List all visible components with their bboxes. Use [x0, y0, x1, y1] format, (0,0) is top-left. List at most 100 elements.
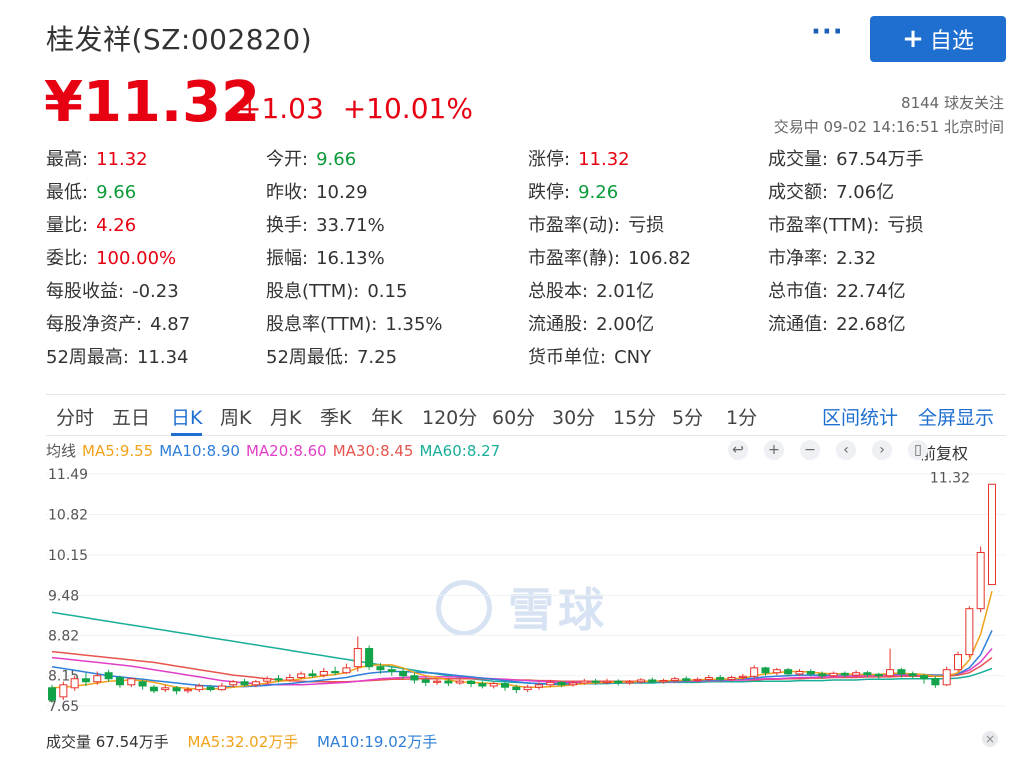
stat-value: 4.87 [150, 314, 191, 335]
stat-value: 16.13% [316, 248, 385, 269]
price-change: +1.03 +10.01% [238, 92, 483, 125]
candle-body [172, 687, 181, 692]
stat-value: 22.74亿 [836, 281, 906, 302]
stat-value: 7.25 [356, 347, 398, 368]
candle-body [376, 666, 385, 671]
candle-body [670, 678, 679, 682]
tab-9[interactable]: 30分 [552, 403, 595, 430]
stat-label: 振幅: [266, 248, 309, 269]
ma-item: MA20:8.60 [245, 442, 327, 460]
kline-chart[interactable]: 11.4910.8210.159.488.828.157.6511.32 [46, 466, 1006, 728]
tab-6[interactable]: 年K [371, 403, 402, 430]
candle-body [863, 672, 872, 676]
ma30-line [51, 650, 993, 683]
stat-label: 股息(TTM): [266, 281, 360, 302]
stat-item: 总市值: 22.74亿 [768, 277, 906, 303]
candle-body [693, 678, 702, 682]
scroll-left-icon[interactable]: ‹ [836, 440, 856, 460]
current-price: ¥11.32 [44, 70, 261, 135]
stat-label: 市盈率(静): [528, 248, 621, 269]
candle-body [115, 677, 124, 686]
stat-value: 11.32 [578, 149, 630, 170]
zoom-out-icon[interactable]: − [800, 440, 820, 460]
more-options-button[interactable]: ··· [811, 19, 844, 45]
candle-body [920, 675, 929, 680]
candle-body [183, 689, 192, 692]
candle-style-icon[interactable]: ▯ [908, 440, 928, 460]
ma-legend: 均线 MA5:9.55 MA10:8.90 MA20:8.60 MA30:8.45 MA6… [46, 440, 506, 461]
stat-item: 每股收益: -0.23 [46, 277, 179, 303]
y-tick-label: 10.15 [48, 548, 88, 564]
scroll-right-icon[interactable]: › [872, 440, 892, 460]
stat-item: 最低: 9.66 [46, 178, 136, 204]
tab-1[interactable]: 五日 [112, 403, 150, 430]
range-stats-link[interactable]: 区间统计 [822, 403, 898, 430]
fullscreen-link[interactable]: 全屏显示 [918, 403, 994, 430]
candle-body [829, 672, 838, 677]
tab-8[interactable]: 60分 [492, 403, 535, 430]
tab-5[interactable]: 季K [320, 403, 351, 430]
ma-item: MA60:8.27 [419, 442, 501, 460]
stat-value: 9.66 [96, 182, 137, 203]
close-volume-icon[interactable]: × [982, 731, 998, 747]
stat-item: 市盈率(动): 亏损 [528, 211, 664, 237]
candle-body [285, 677, 294, 681]
stat-label: 最低: [46, 182, 89, 203]
candle-body [636, 679, 645, 683]
tab-3[interactable]: 周K [220, 403, 251, 430]
candle-body [489, 683, 498, 687]
candle-body [399, 670, 408, 677]
stat-value: 11.34 [136, 347, 189, 368]
tab-12[interactable]: 1分 [726, 403, 757, 430]
candle-body [240, 681, 249, 686]
y-tick-label: 11.49 [48, 467, 88, 483]
change-amount: +1.03 [238, 92, 324, 125]
ma60-line [51, 611, 993, 685]
candle-body [59, 684, 68, 698]
follower-count[interactable]: 8144 球友关注 [901, 92, 1004, 113]
tab-0[interactable]: 分时 [56, 403, 94, 430]
y-tick-label: 9.48 [48, 588, 79, 604]
stat-item: 成交量: 67.54万手 [768, 145, 924, 171]
candle-body [444, 680, 453, 684]
candle-body [602, 680, 611, 683]
tab-10[interactable]: 15分 [613, 403, 656, 430]
zoom-in-icon[interactable]: + [764, 440, 784, 460]
candle-body [931, 678, 940, 686]
tab-11[interactable]: 5分 [672, 403, 703, 430]
candle-body [365, 648, 374, 668]
candle-body [840, 672, 849, 676]
y-tick-label: 7.65 [48, 699, 79, 715]
volume-label: 成交量 67.54万手 [46, 733, 169, 751]
candle-body [954, 654, 963, 671]
stat-value: 9.26 [578, 182, 619, 203]
candle-body [625, 681, 634, 684]
candle-body [591, 680, 600, 683]
candle-body [70, 678, 79, 689]
candle-body [557, 681, 566, 686]
plus-icon: + [902, 24, 924, 54]
candle-body [138, 681, 147, 687]
stat-item: 成交额: 7.06亿 [768, 178, 894, 204]
candle-body [772, 669, 781, 674]
add-to-watchlist-button[interactable]: + 自选 [870, 16, 1006, 62]
stock-title: 桂发祥(SZ:002820) [46, 23, 313, 56]
stat-value: CNY [614, 347, 652, 368]
stat-item: 流通值: 22.68亿 [768, 310, 906, 336]
candle-body [512, 686, 521, 691]
tab-7[interactable]: 120分 [422, 403, 477, 430]
candle-body [229, 681, 238, 686]
tab-2[interactable]: 日K [171, 403, 203, 436]
candle-body [308, 673, 317, 677]
candle-body [104, 672, 113, 680]
undo-icon[interactable]: ↩ [728, 440, 748, 460]
candle-body [331, 670, 340, 674]
stat-item: 52周最低: 7.25 [266, 343, 397, 369]
stat-label: 每股净资产: [46, 314, 143, 335]
stat-label: 股息率(TTM): [266, 314, 378, 335]
candle-body [716, 677, 725, 680]
candle-body [161, 687, 170, 691]
stat-label: 货币单位: [528, 347, 607, 368]
tab-4[interactable]: 月K [270, 403, 301, 430]
stat-value: 33.71% [316, 215, 385, 236]
